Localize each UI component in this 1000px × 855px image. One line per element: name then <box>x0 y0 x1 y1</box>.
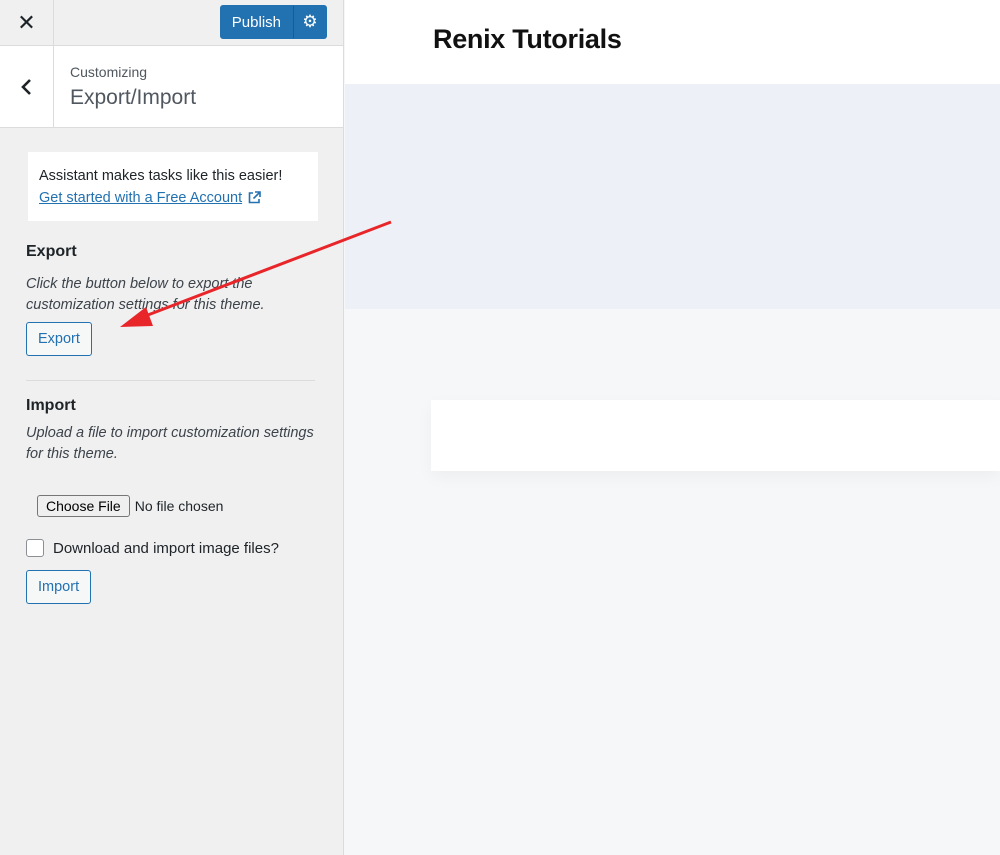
customizer-topbar: ✕ Publish ⚙ <box>0 0 343 46</box>
section-subtitle: Customizing <box>70 64 148 80</box>
export-button[interactable]: Export <box>26 322 92 356</box>
publish-group: Publish ⚙ <box>219 5 327 39</box>
section-divider <box>26 380 315 381</box>
gear-icon: ⚙ <box>302 12 318 31</box>
free-account-link[interactable]: Get started with a Free Account <box>39 190 242 206</box>
back-button[interactable] <box>0 46 54 127</box>
publish-button[interactable]: Publish <box>219 5 293 39</box>
import-button[interactable]: Import <box>26 570 92 604</box>
import-images-label: Download and import image files? <box>53 539 279 557</box>
hero-section <box>345 84 1000 309</box>
content-card <box>431 400 1000 471</box>
section-heading: Customizing Export/Import <box>70 64 196 110</box>
assistant-notice: Assistant makes tasks like this easier! … <box>28 152 318 221</box>
choose-file-button[interactable]: Choose File <box>37 495 130 517</box>
publish-settings-button[interactable]: ⚙ <box>293 5 327 39</box>
close-button[interactable]: ✕ <box>0 0 54 45</box>
site-title[interactable]: Renix Tutorials <box>433 24 622 55</box>
notice-text: Assistant makes tasks like this easier! <box>39 168 283 184</box>
export-description: Click the button below to export the cus… <box>26 276 265 313</box>
site-preview: Renix Tutorials <box>345 0 1000 855</box>
site-header: Renix Tutorials <box>345 0 1000 84</box>
export-heading: Export <box>26 243 77 260</box>
free-account-link-label: Get started with a Free Account <box>39 190 243 206</box>
section-header: Customizing Export/Import <box>0 46 343 128</box>
import-heading: Import <box>26 397 76 414</box>
section-title: Export/Import <box>70 86 197 109</box>
import-images-option: Download and import image files? <box>26 539 317 557</box>
file-upload: Choose File No file chosen <box>37 495 317 517</box>
chevron-left-icon <box>20 78 31 95</box>
customizer-sidebar: ✕ Publish ⚙ Customizing Export/Import As… <box>0 0 344 855</box>
import-images-checkbox[interactable] <box>26 539 44 557</box>
close-icon: ✕ <box>17 9 36 35</box>
file-status: No file chosen <box>134 498 224 514</box>
export-import-panel: Assistant makes tasks like this easier! … <box>0 128 343 628</box>
external-link-icon <box>248 191 261 204</box>
import-description: Upload a file to import customization se… <box>26 425 314 462</box>
